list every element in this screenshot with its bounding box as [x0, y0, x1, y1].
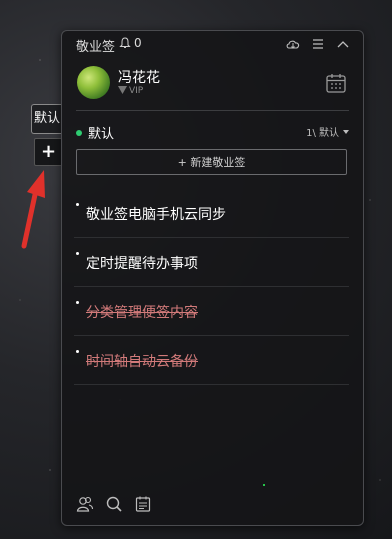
category-label: 默认	[88, 127, 115, 142]
calendar-icon[interactable]	[325, 72, 347, 94]
bell-count: 0	[134, 36, 142, 50]
cloud-icon[interactable]	[285, 36, 301, 50]
note-item[interactable]: 敬业签电脑手机云同步	[74, 188, 349, 238]
note-text: 敬业签电脑手机云同步	[86, 207, 226, 223]
bullet	[76, 203, 79, 206]
note-text: 分类管理便签内容	[86, 305, 198, 321]
new-note-button[interactable]: + 新建敬业签	[76, 149, 347, 175]
vip-label: VIP	[129, 86, 144, 96]
title-bar[interactable]: 敬业签 0	[62, 31, 363, 55]
red-arrow-annotation	[21, 170, 45, 249]
app-title: 敬业签	[76, 40, 116, 55]
bullet	[76, 301, 79, 304]
header-divider	[76, 110, 349, 111]
contacts-icon[interactable]	[76, 495, 94, 513]
username: 冯花花	[118, 70, 160, 86]
vip-badge: VIP	[118, 86, 143, 96]
note-item-done[interactable]: 分类管理便签内容	[74, 286, 349, 336]
bullet	[76, 252, 79, 255]
note-item-done[interactable]: 时间轴自动云备份	[74, 335, 349, 385]
note-panel: 敬业签 0 冯花花 VIP 默认 1\ 默认 + 新建敬业签 敬业签电脑手机云同…	[61, 30, 364, 526]
category-default[interactable]: 默认	[76, 123, 114, 142]
category-dropdown[interactable]: 1\ 默认	[306, 124, 349, 139]
bell-icon[interactable]	[119, 37, 131, 49]
side-tab-default[interactable]: 默认	[31, 104, 62, 134]
category-dropdown-label: 1\ 默认	[306, 128, 339, 139]
avatar[interactable]	[77, 66, 110, 99]
note-text: 时间轴自动云备份	[86, 354, 198, 370]
collapse-icon[interactable]	[335, 36, 351, 50]
status-dot	[263, 484, 265, 486]
search-icon[interactable]	[105, 495, 123, 513]
menu-icon[interactable]	[310, 36, 326, 50]
side-add-button[interactable]: +	[34, 138, 63, 166]
timeline-icon[interactable]	[134, 495, 152, 513]
note-text: 定时提醒待办事项	[86, 256, 198, 272]
note-item[interactable]: 定时提醒待办事项	[74, 237, 349, 287]
vip-icon	[118, 86, 127, 94]
bullet	[76, 350, 79, 353]
caret-down-icon	[343, 130, 349, 134]
category-dot	[76, 130, 82, 136]
